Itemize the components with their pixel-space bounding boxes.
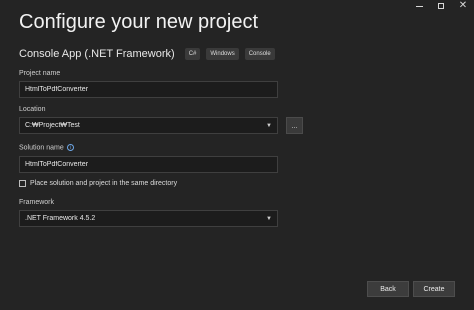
project-name-field[interactable]: HtmlToPdfConverter	[19, 81, 278, 98]
solution-name-label-row: Solution name i	[19, 144, 74, 151]
framework-value: .NET Framework 4.5.2	[25, 215, 96, 222]
maximize-button[interactable]	[430, 0, 452, 12]
template-name: Console App (.NET Framework)	[19, 48, 175, 60]
location-value: C:₩Project₩Test	[25, 122, 80, 129]
same-directory-label: Place solution and project in the same d…	[30, 180, 178, 187]
page-title: Configure your new project	[19, 11, 259, 33]
solution-name-label: Solution name	[19, 144, 64, 152]
create-button-label: Create	[423, 285, 445, 293]
template-summary: Console App (.NET Framework) C# Windows …	[19, 47, 275, 61]
framework-label: Framework	[19, 199, 55, 206]
project-name-value: HtmlToPdfConverter	[25, 86, 89, 93]
minimize-icon	[415, 5, 423, 7]
back-button-label: Back	[380, 285, 396, 293]
browse-button-label: ...	[291, 123, 298, 130]
same-directory-checkbox[interactable]	[19, 180, 26, 187]
maximize-icon	[438, 3, 444, 9]
location-combobox[interactable]: C:₩Project₩Test ▼	[19, 117, 278, 134]
browse-location-button[interactable]: ...	[286, 117, 303, 134]
chevron-down-icon[interactable]: ▼	[266, 216, 272, 222]
tag-language: C#	[184, 48, 201, 60]
location-label: Location	[19, 106, 46, 113]
info-icon[interactable]: i	[66, 144, 74, 151]
framework-select[interactable]: .NET Framework 4.5.2 ▼	[19, 210, 278, 227]
same-directory-option[interactable]: Place solution and project in the same d…	[19, 180, 177, 187]
close-icon: ✕	[458, 0, 468, 11]
create-button[interactable]: Create	[413, 281, 455, 297]
solution-name-field[interactable]: HtmlToPdfConverter	[19, 156, 278, 173]
close-button[interactable]: ✕	[452, 0, 474, 12]
solution-name-value: HtmlToPdfConverter	[25, 161, 89, 168]
back-button[interactable]: Back	[367, 281, 409, 297]
minimize-button[interactable]	[408, 0, 430, 12]
chevron-down-icon[interactable]: ▼	[266, 123, 272, 129]
window-controls: ✕	[408, 0, 474, 12]
tag-project-type: Console	[244, 48, 275, 60]
project-name-label: Project name	[19, 70, 61, 77]
tag-platform: Windows	[206, 48, 239, 60]
